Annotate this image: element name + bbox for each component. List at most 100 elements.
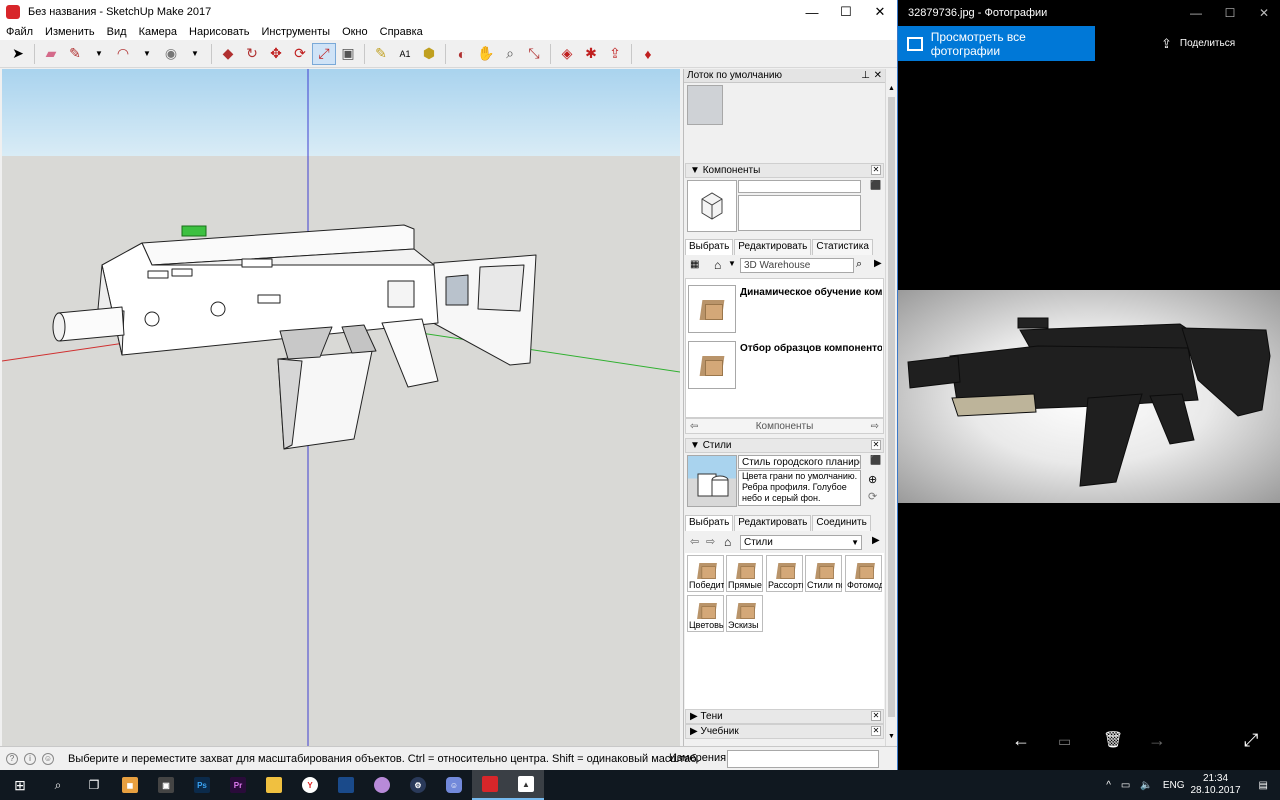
list-item[interactable]: Динамическое обучение ком... (688, 285, 884, 335)
nav-dropdown-icon[interactable]: ▼ (728, 259, 736, 268)
close-button[interactable]: ✕ (863, 0, 897, 24)
orbit-tool-icon[interactable]: ◐ (450, 43, 474, 65)
forward-arrow-icon[interactable]: ⇨ (871, 419, 879, 435)
update-style-icon[interactable]: ⟳ (868, 490, 877, 503)
menu-edit[interactable]: Изменить (39, 24, 101, 40)
tab-stats[interactable]: Статистика (812, 239, 873, 255)
follow-me-icon[interactable]: ↻ (240, 43, 264, 65)
rotate-tool-icon[interactable]: ⟳ (288, 43, 312, 65)
minimize-button[interactable]: — (795, 0, 829, 24)
back-arrow-icon[interactable]: ← (1012, 730, 1030, 751)
measurements-input[interactable] (727, 750, 879, 768)
warehouse-icon[interactable]: ◈ (555, 43, 579, 65)
arc-tool-icon[interactable]: ◠ (111, 43, 135, 65)
fullscreen-icon[interactable]: ⤢ (1244, 730, 1258, 751)
start-icon[interactable]: ⊞ (0, 770, 40, 800)
style-folder[interactable]: Прямые (726, 555, 763, 592)
styles-forward-icon[interactable]: ⇨ (706, 535, 715, 548)
zoom-extents-icon[interactable]: ⤡ (522, 43, 546, 65)
tab-select[interactable]: Выбрать (685, 239, 734, 255)
clock[interactable]: 21:34 28.10.2017 (1190, 773, 1240, 797)
photo-image[interactable] (898, 290, 1280, 503)
component-name-field[interactable] (738, 180, 861, 193)
menu-draw[interactable]: Нарисовать (183, 24, 255, 40)
scroll-up-icon[interactable]: ▲ (888, 85, 895, 92)
pan-tool-icon[interactable]: ✋ (474, 43, 498, 65)
list-item[interactable]: Отбор образцов компонентов (688, 341, 884, 391)
text-tool-icon[interactable]: A1 (393, 43, 417, 65)
arc-dropdown-icon[interactable]: ▼ (135, 43, 159, 65)
view-all-photos-button[interactable]: Просмотреть все фотографии (898, 26, 1095, 61)
shape-dropdown-icon[interactable]: ▼ (183, 43, 207, 65)
components-header[interactable]: ▼ Компоненты ✕ (685, 163, 884, 178)
view-options-icon[interactable]: ▦ (690, 259, 699, 270)
style-desc-field[interactable]: Цвета грани по умолчанию. Ребра профиля.… (738, 470, 861, 506)
search-icon[interactable]: ⌕ (40, 770, 76, 800)
photos-maximize-button[interactable]: ☐ (1213, 0, 1247, 26)
discord-icon[interactable]: ☺ (436, 770, 472, 800)
store-icon[interactable]: ◼ (112, 770, 148, 800)
paint-bucket-icon[interactable]: ⬢ (417, 43, 441, 65)
monitor-icon[interactable] (328, 770, 364, 800)
scroll-thumb[interactable] (888, 97, 895, 717)
styles-back-icon[interactable]: ⇦ (690, 535, 699, 548)
create-style-icon[interactable]: ⊕ (868, 473, 877, 486)
account-icon[interactable]: ☺ (42, 752, 54, 765)
details-arrow-icon[interactable]: ▶ (874, 258, 882, 269)
search-icon[interactable]: ⌕ (856, 258, 862, 271)
app-icon[interactable] (364, 770, 400, 800)
credits-icon[interactable]: i (24, 752, 36, 765)
style-folder[interactable]: Победит (687, 555, 724, 592)
styles-tab-mix[interactable]: Соединить (812, 515, 871, 531)
scroll-down-icon[interactable]: ▼ (888, 733, 895, 740)
components-close-icon[interactable]: ✕ (871, 165, 881, 175)
tray-chevron-icon[interactable]: ^ (1106, 780, 1111, 791)
warehouse-search-input[interactable]: 3D Warehouse (740, 258, 854, 273)
styles-tab-select[interactable]: Выбрать (685, 515, 734, 531)
style-folder[interactable]: Рассорти (766, 555, 803, 592)
component-detail-icon[interactable]: ⬛ (870, 180, 881, 191)
eraser-tool-icon[interactable]: ▰ (39, 43, 63, 65)
move-tool-icon[interactable]: ✥ (264, 43, 288, 65)
line-tool-icon[interactable]: ✎ (63, 43, 87, 65)
home-icon[interactable]: ⌂ (714, 258, 721, 272)
styles-close-icon[interactable]: ✕ (871, 440, 881, 450)
photoshop-icon[interactable]: Ps (184, 770, 220, 800)
tape-measure-icon[interactable]: ✎ (369, 43, 393, 65)
push-pull-icon[interactable]: ◆ (216, 43, 240, 65)
styles-details-icon[interactable]: ▶ (872, 535, 880, 546)
maximize-button[interactable]: ☐ (829, 0, 863, 24)
scale-tool-icon[interactable]: ⤢ (312, 42, 336, 65)
ruby-console-icon[interactable]: ♦ (636, 43, 660, 65)
language-indicator[interactable]: ENG (1163, 780, 1185, 791)
styles-header[interactable]: ▼ Стили ✕ (685, 438, 884, 453)
extension-warehouse-icon[interactable]: ✱ (579, 43, 603, 65)
notifications-icon[interactable]: ▤ (1259, 780, 1268, 791)
slideshow-icon[interactable]: ▭ (1058, 733, 1071, 750)
share-button[interactable]: ⇪ Поделиться (1161, 26, 1235, 61)
shadows-close-icon[interactable]: ✕ (871, 711, 881, 721)
menu-tools[interactable]: Инструменты (255, 24, 336, 40)
zoom-tool-icon[interactable]: ⌕ (498, 43, 522, 65)
explorer-icon[interactable]: ▣ (148, 770, 184, 800)
style-folder[interactable]: Стили по (805, 555, 842, 592)
pin-icon[interactable]: ⊥ (861, 69, 870, 83)
menu-help[interactable]: Справка (374, 24, 429, 40)
menu-camera[interactable]: Камера (133, 24, 183, 40)
photos-close-button[interactable]: ✕ (1247, 0, 1280, 26)
tab-edit[interactable]: Редактировать (734, 239, 812, 255)
offset-tool-icon[interactable]: ▣ (336, 43, 360, 65)
style-name-field[interactable]: Стиль городского планирован (738, 455, 861, 469)
folder-icon[interactable] (256, 770, 292, 800)
menu-file[interactable]: Файл (0, 24, 39, 40)
photos-icon[interactable]: ▲ (508, 770, 544, 800)
styles-tab-edit[interactable]: Редактировать (734, 515, 812, 531)
instructor-close-icon[interactable]: ✕ (871, 726, 881, 736)
photos-minimize-button[interactable]: — (1179, 0, 1213, 26)
volume-icon[interactable]: 🔈 (1140, 780, 1152, 791)
component-desc-field[interactable] (738, 195, 861, 231)
styles-home-icon[interactable]: ⌂ (724, 535, 731, 549)
network-icon[interactable]: ▭ (1121, 780, 1130, 791)
materials-swatch[interactable] (687, 85, 723, 125)
steam-icon[interactable]: ⚙ (400, 770, 436, 800)
